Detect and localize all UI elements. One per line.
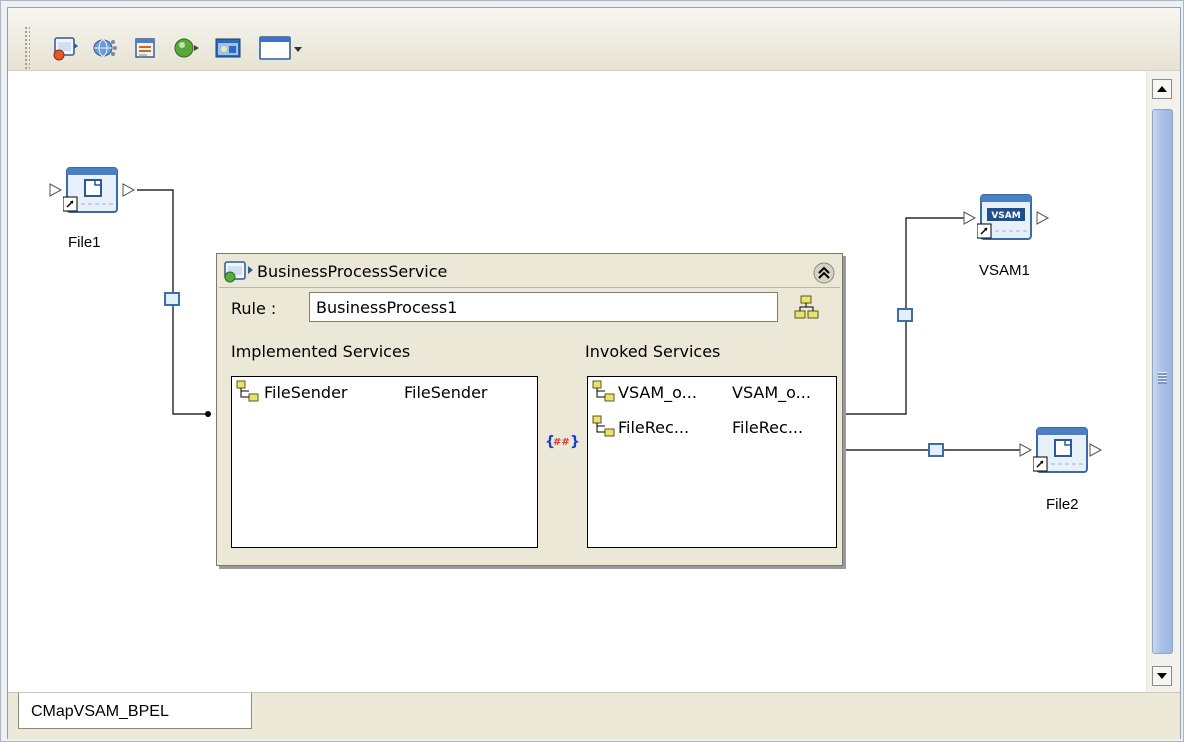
scroll-thumb[interactable] xyxy=(1152,109,1173,654)
tab-cmapvsam-bpel[interactable]: CMapVSAM_BPEL xyxy=(18,693,252,729)
invoked-services-list[interactable]: VSAM_o... VSAM_o... FileRec... FileRec..… xyxy=(587,376,837,548)
web-service-icon[interactable] xyxy=(91,34,119,62)
file1-label: File1 xyxy=(68,234,101,251)
svg-text:##: ## xyxy=(553,437,570,448)
mapping-icon[interactable]: {##} xyxy=(543,429,581,455)
svg-text:}: } xyxy=(570,434,580,450)
file2-label: File2 xyxy=(1046,496,1079,513)
invoked-service-row[interactable]: FileRec... FileRec... xyxy=(592,415,832,439)
external-app-icon[interactable] xyxy=(214,34,242,62)
vertical-scrollbar[interactable] xyxy=(1147,71,1180,692)
service-tree-icon xyxy=(236,380,259,402)
editor-panel: File1 VSAM VSAM1 File2 BusinessProcessSe… xyxy=(7,7,1181,739)
scroll-down-button[interactable] xyxy=(1152,666,1172,686)
file1-node-icon[interactable] xyxy=(63,166,121,216)
business-process-service-box[interactable]: BusinessProcessService Rule : BusinessPr… xyxy=(216,253,843,566)
service-tree-icon xyxy=(592,415,615,437)
toolbar-grip[interactable] xyxy=(24,26,30,70)
window-frame: File1 VSAM VSAM1 File2 BusinessProcessSe… xyxy=(0,0,1184,742)
implemented-services-header: Implemented Services xyxy=(231,342,411,361)
collapse-button[interactable] xyxy=(813,262,835,284)
window-dropdown-icon[interactable] xyxy=(258,34,304,62)
diagram-canvas[interactable]: File1 VSAM VSAM1 File2 BusinessProcessSe… xyxy=(8,71,1146,692)
process-icon[interactable] xyxy=(131,34,159,62)
implemented-services-list[interactable]: FileSender FileSender xyxy=(231,376,538,548)
service-tree-icon xyxy=(592,380,615,402)
service-title: BusinessProcessService xyxy=(257,262,448,281)
link-connector-icon[interactable] xyxy=(928,443,944,457)
vsam-badge-text: VSAM xyxy=(991,211,1020,221)
rule-browse-button[interactable] xyxy=(791,294,821,322)
link-connector-icon[interactable] xyxy=(897,308,913,322)
rule-field[interactable]: BusinessProcess1 xyxy=(309,292,778,322)
implemented-service-row[interactable]: FileSender FileSender xyxy=(236,380,531,404)
scroll-up-button[interactable] xyxy=(1152,79,1172,99)
database-icon[interactable] xyxy=(172,34,200,62)
toolbar xyxy=(8,8,1180,71)
rule-label: Rule : xyxy=(231,299,277,318)
vsam1-node-icon[interactable]: VSAM xyxy=(977,193,1035,243)
link-connector-icon[interactable] xyxy=(164,292,180,306)
service-icon xyxy=(223,259,255,283)
service-icon[interactable] xyxy=(50,34,78,62)
vsam1-label: VSAM1 xyxy=(979,262,1030,279)
invoked-service-row[interactable]: VSAM_o... VSAM_o... xyxy=(592,380,832,404)
file2-node-icon[interactable] xyxy=(1033,426,1091,476)
invoked-services-header: Invoked Services xyxy=(585,342,721,361)
editor-tab-bar: CMapVSAM_BPEL xyxy=(8,692,1180,739)
